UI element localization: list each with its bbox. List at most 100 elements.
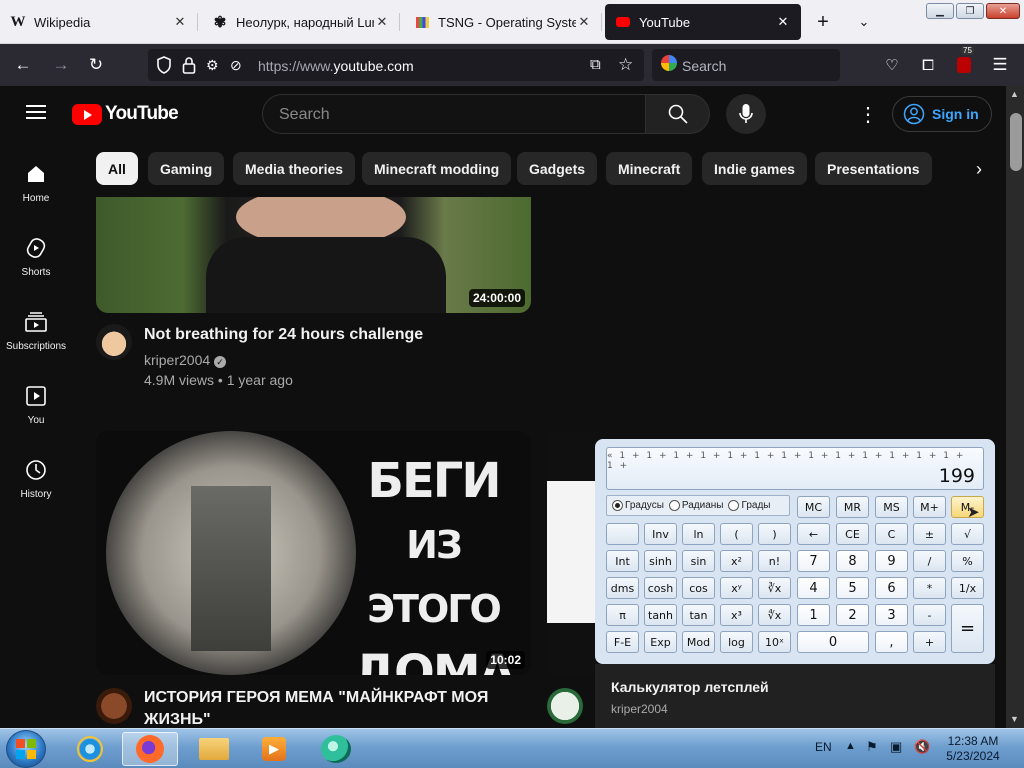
sidebar-item-history[interactable]: History (0, 458, 72, 532)
calc-key-row1-5[interactable]: ← (797, 523, 830, 545)
chip-minecraft[interactable]: Minecraft (606, 152, 693, 185)
channel-name[interactable]: kriper2004 ✓ (144, 352, 227, 368)
calc-key-row2-7[interactable]: 9 (875, 550, 908, 572)
browser-search-input[interactable]: Search (652, 49, 840, 81)
chip-gadgets[interactable]: Gadgets (517, 152, 598, 185)
tab-list-chevron-icon[interactable]: ⌄ (851, 9, 877, 35)
permissions-icon[interactable]: ⚙ (206, 57, 219, 74)
radio-radians[interactable]: Радианы (668, 500, 723, 511)
url-text[interactable]: https://www.youtube.com (258, 58, 414, 74)
close-tab-icon[interactable]: ✕ (775, 14, 791, 30)
calc-key-row5-4[interactable]: 10ˣ (758, 631, 791, 653)
calc-key-row1-0[interactable] (606, 523, 639, 545)
calc-key-row3-3[interactable]: xʸ (720, 577, 753, 599)
chip-gaming[interactable]: Gaming (148, 152, 225, 185)
chevron-right-icon[interactable]: › (962, 156, 996, 182)
calc-key-row4-7[interactable]: 3 (875, 604, 908, 626)
bookmark-star-icon[interactable]: ☆ (618, 55, 633, 75)
calc-key-row1-1[interactable]: Inv (644, 523, 677, 545)
calc-key-row2-1[interactable]: sinh (644, 550, 677, 572)
start-button[interactable] (6, 730, 46, 768)
url-bar[interactable]: ⚙ ⊘ https://www.youtube.com ⧉ ☆ (148, 49, 644, 81)
calc-key-mem-0[interactable]: MC (797, 496, 830, 518)
calc-key-row2-2[interactable]: sin (682, 550, 715, 572)
calc-key-row1-8[interactable]: ± (913, 523, 946, 545)
video-thumbnail[interactable] (547, 431, 599, 675)
lock-icon[interactable] (182, 56, 196, 79)
show-hidden-icons-icon[interactable]: ▲ (845, 740, 856, 752)
channel-name[interactable]: kriper2004 (611, 702, 668, 716)
video-title[interactable]: Калькулятор летсплей (611, 679, 769, 695)
scrollbar-thumb[interactable] (1010, 113, 1022, 171)
radio-grads[interactable]: Грады (728, 500, 770, 511)
scroll-down-icon[interactable]: ▼ (1010, 714, 1019, 724)
close-tab-icon[interactable]: ✕ (576, 14, 592, 30)
close-window-button[interactable]: ✕ (986, 3, 1020, 19)
radio-degrees[interactable]: Градусы (612, 500, 664, 511)
calc-key-row1-7[interactable]: C (875, 523, 908, 545)
calc-key-row1-2[interactable]: ln (682, 523, 715, 545)
scroll-up-icon[interactable]: ▲ (1010, 89, 1019, 99)
calc-key-row5-6[interactable]: , (875, 631, 908, 653)
sidebar-item-subscriptions[interactable]: Subscriptions (0, 310, 72, 384)
system-clock[interactable]: 12:38 AM 5/23/2024 (944, 734, 1002, 764)
video-thumbnail[interactable]: БЕГИ ИЗ ЭТОГО ДОМА 10:02 (96, 431, 531, 675)
calc-key-row5-2[interactable]: Mod (682, 631, 715, 653)
channel-avatar[interactable] (96, 688, 132, 724)
channel-avatar[interactable] (96, 324, 132, 360)
youtube-search-input[interactable]: Search (262, 94, 646, 134)
autoplay-blocked-icon[interactable]: ⊘ (230, 57, 242, 74)
reload-icon[interactable]: ↻ (83, 52, 109, 78)
calc-key-row5-7[interactable]: + (913, 631, 946, 653)
calc-key-row3-9[interactable]: 1/x (951, 577, 984, 599)
extensions-icon[interactable]: ⧠ (915, 52, 941, 78)
minimize-window-button[interactable]: ▁ (926, 3, 954, 19)
calc-key-row1-6[interactable]: CE (836, 523, 869, 545)
settings-dots-icon[interactable]: ⋮ (858, 102, 878, 127)
calc-key-row2-4[interactable]: n! (758, 550, 791, 572)
video-thumbnail[interactable]: 24:00:00 (96, 197, 531, 313)
youtube-search-button[interactable] (646, 94, 710, 134)
calc-key-row3-7[interactable]: 6 (875, 577, 908, 599)
taskbar-firefox[interactable] (122, 732, 178, 766)
calc-key-mem-2[interactable]: MS (875, 496, 908, 518)
calc-key-row4-0[interactable]: π (606, 604, 639, 626)
calc-key-row5-1[interactable]: Exp (644, 631, 677, 653)
sidebar-item-home[interactable]: Home (0, 162, 72, 236)
calc-key-row3-0[interactable]: dms (606, 577, 639, 599)
tab-wikipedia[interactable]: W Wikipedia ✕ (0, 4, 198, 40)
volume-muted-icon[interactable]: 🔇 (914, 739, 930, 755)
calc-key-row4-4[interactable]: ∜x (758, 604, 791, 626)
channel-avatar[interactable] (547, 688, 583, 724)
pocket-icon[interactable]: ♡ (879, 52, 905, 78)
chip-media-theories[interactable]: Media theories (233, 152, 356, 185)
calc-key-row2-8[interactable]: / (913, 550, 946, 572)
calc-key-row2-3[interactable]: x² (720, 550, 753, 572)
maximize-window-button[interactable]: ❐ (956, 3, 984, 19)
calc-key-mem-1[interactable]: MR (836, 496, 869, 518)
new-tab-icon[interactable]: + (810, 9, 836, 35)
calc-key-row5-0[interactable]: F-E (606, 631, 639, 653)
close-tab-icon[interactable]: ✕ (172, 14, 188, 30)
shield-icon[interactable] (156, 56, 172, 79)
calc-key-row1-9[interactable]: √ (951, 523, 984, 545)
sidebar-item-shorts[interactable]: Shorts (0, 236, 72, 310)
calc-key-row3-6[interactable]: 5 (836, 577, 869, 599)
sidebar-item-you[interactable]: You (0, 384, 72, 458)
calc-key-mem-3[interactable]: M+ (913, 496, 946, 518)
taskbar-media-player[interactable]: ▶ (246, 732, 302, 766)
page-scrollbar[interactable]: ▲ ▼ (1006, 86, 1024, 728)
tab-tsng[interactable]: TSNG - Operating Systems ✕ (404, 4, 602, 40)
input-language[interactable]: EN (815, 740, 832, 754)
calc-key-row4-1[interactable]: tanh (644, 604, 677, 626)
calc-key-row3-8[interactable]: * (913, 577, 946, 599)
calc-key-row1-4[interactable]: ) (758, 523, 791, 545)
chip-indie-games[interactable]: Indie games (702, 152, 807, 185)
tab-youtube[interactable]: YouTube ✕ (605, 4, 801, 40)
youtube-logo[interactable]: YouTube (72, 103, 179, 125)
calc-key-row1-3[interactable]: ( (720, 523, 753, 545)
calc-key-row3-1[interactable]: cosh (644, 577, 677, 599)
video-title[interactable]: Not breathing for 24 hours challenge (144, 324, 423, 346)
calc-key-row4-9[interactable]: = (951, 604, 984, 653)
chip-presentations[interactable]: Presentations (815, 152, 932, 185)
